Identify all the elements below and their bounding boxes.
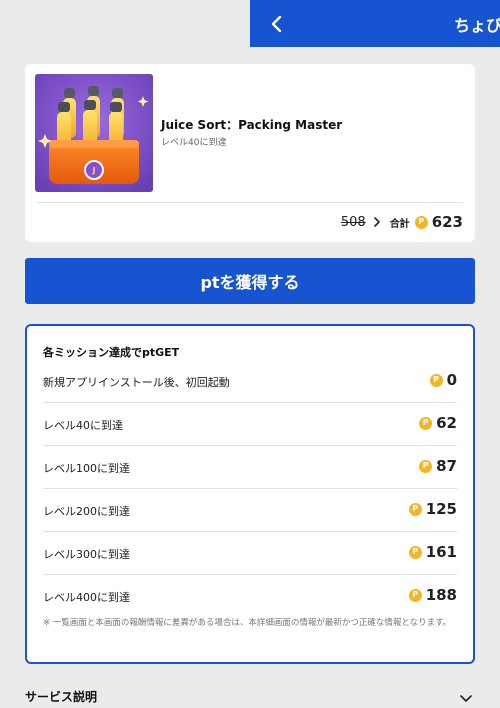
app-name: Juice Sort：Packing Master	[161, 118, 343, 132]
mission-points-value: 125	[425, 500, 457, 518]
service-label: サービス説明	[25, 690, 98, 704]
mission-points-value: 62	[436, 414, 457, 432]
juice-bottles-crate-icon: J	[35, 74, 153, 192]
mission-points: P 125	[408, 500, 457, 518]
service-description-toggle[interactable]: サービス説明	[25, 684, 475, 708]
chevron-left-icon	[271, 15, 282, 33]
chevron-right-icon	[373, 217, 380, 227]
coin-icon: P	[408, 545, 422, 559]
mission-note: ※ 一覧画面と本画面の報酬情報に差異がある場合は、本詳細画面の情報が最新かつ正確…	[43, 618, 452, 628]
mission-row: レベル300に到達 P 161	[43, 532, 457, 575]
mission-points-value: 188	[425, 586, 457, 604]
coin-icon: P	[419, 459, 433, 473]
mission-label: レベル100に到達	[43, 462, 130, 475]
app-condition: レベル40に到達	[161, 138, 227, 148]
back-button[interactable]	[264, 10, 290, 38]
header-title: ちょび	[454, 16, 500, 35]
mission-row: レベル100に到達 P 87	[43, 446, 457, 489]
mission-row: レベル200に到達 P 125	[43, 489, 457, 532]
mission-points-value: 161	[425, 543, 457, 561]
svg-text:J: J	[92, 166, 96, 175]
mission-row: 新規アプリインストール後、初回起動 P 0	[43, 360, 457, 403]
mission-label: レベル40に到達	[43, 419, 123, 432]
points-summary: 508 合計 P 623	[341, 212, 463, 232]
mission-points: P 188	[408, 586, 457, 604]
total-label: 合計	[389, 218, 410, 230]
coin-icon: P	[408, 588, 422, 602]
card-divider	[37, 202, 463, 203]
mission-label: レベル300に到達	[43, 548, 130, 561]
mission-label: 新規アプリインストール後、初回起動	[43, 376, 230, 389]
header-bar: ちょび	[250, 0, 500, 47]
get-points-button[interactable]: ptを獲得する	[25, 258, 475, 304]
coin-icon: P	[429, 373, 443, 387]
mission-label: レベル400に到達	[43, 591, 130, 604]
mission-points: P 161	[408, 543, 457, 561]
coin-icon: P	[419, 416, 433, 430]
coin-icon: P	[408, 502, 422, 516]
mission-row: レベル40に到達 P 62	[43, 403, 457, 446]
mission-points: P 87	[419, 457, 457, 475]
old-points: 508	[340, 214, 366, 230]
chevron-down-icon	[460, 695, 472, 702]
mission-row: レベル400に到達 P 188	[43, 575, 457, 618]
app-card[interactable]: J Juice Sort：Packing Master レベル40に到達 508…	[25, 64, 475, 242]
mission-heading: 各ミッション達成でptGET	[43, 346, 180, 359]
mission-points: P 0	[429, 371, 457, 389]
mission-points: P 62	[419, 414, 457, 432]
mission-points-value: 87	[436, 457, 457, 475]
mission-points-value: 0	[446, 371, 457, 389]
mission-label: レベル200に到達	[43, 505, 130, 518]
mission-box: 各ミッション達成でptGET 新規アプリインストール後、初回起動 P 0 レベル…	[25, 324, 475, 664]
coin-icon: P	[414, 215, 428, 229]
total-points: 623	[431, 213, 463, 231]
